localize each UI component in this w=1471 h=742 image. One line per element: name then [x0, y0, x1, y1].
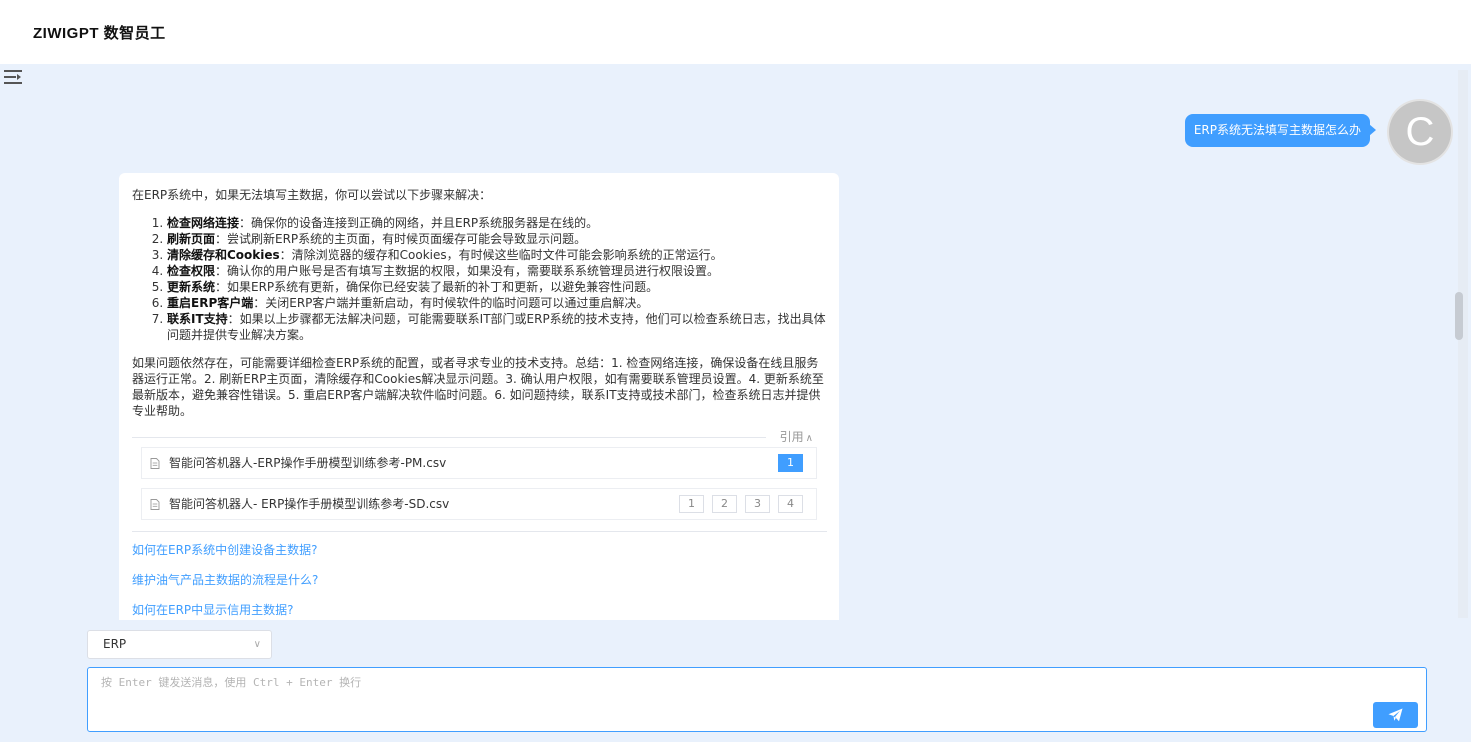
step-text: ：如果ERP系统有更新，确保你已经安装了最新的补丁和更新，以避免兼容性问题。	[215, 280, 659, 294]
citation-file-name: 智能问答机器人- ERP操作手册模型训练参考-SD.csv	[169, 497, 450, 511]
step-item: 联系IT支持：如果以上步骤都无法解决问题，可能需要联系IT部门或ERP系统的技术…	[167, 311, 826, 343]
steps-list: 检查网络连接：确保你的设备连接到正确的网络，并且ERP系统服务器是在线的。 刷新…	[132, 215, 826, 343]
suggested-question-link[interactable]: 维护油气产品主数据的流程是什么?	[132, 572, 826, 588]
document-icon	[150, 499, 160, 510]
step-title: 清除缓存和Cookies	[167, 248, 280, 262]
reply-summary: 如果问题依然存在，可能需要详细检查ERP系统的配置，或者寻求专业的技术支持。总结…	[132, 356, 824, 418]
top-bar: ZIWIGPT 数智员工	[0, 0, 1471, 64]
citations-divider	[132, 437, 766, 438]
citations-toggle[interactable]: 引用 ∧	[780, 429, 813, 447]
step-item: 刷新页面：尝试刷新ERP系统的主页面，有时候页面缓存可能会导致显示问题。	[167, 231, 826, 247]
model-select-value: ERP	[103, 637, 127, 651]
chevron-down-icon: ∨	[253, 639, 261, 650]
model-select[interactable]: ERP ∨	[87, 630, 272, 659]
step-text: ：确保你的设备连接到正确的网络，并且ERP系统服务器是在线的。	[239, 216, 599, 230]
reply-intro: 在ERP系统中，如果无法填写主数据，你可以尝试以下步骤来解决：	[132, 188, 492, 202]
chat-area[interactable]: ERP系统无法填写主数据怎么办 C 在ERP系统中，如果无法填写主数据，你可以尝…	[0, 64, 1458, 620]
scrollbar-thumb[interactable]	[1455, 292, 1463, 340]
step-item: 重启ERP客户端：关闭ERP客户端并重新启动，有时候软件的临时问题可以通过重启解…	[167, 295, 826, 311]
page-chip[interactable]: 2	[712, 495, 737, 513]
suggested-question-link[interactable]: 如何在ERP系统中创建设备主数据?	[132, 542, 826, 558]
step-title: 刷新页面	[167, 232, 216, 246]
citation-item[interactable]: 智能问答机器人- ERP操作手册模型训练参考-SD.csv 1 2 3 4	[141, 488, 817, 520]
brand-title: ZIWIGPT 数智员工	[33, 25, 166, 42]
message-input[interactable]	[88, 668, 1358, 728]
bot-reply-card: 在ERP系统中，如果无法填写主数据，你可以尝试以下步骤来解决： 检查网络连接：确…	[119, 173, 839, 620]
message-input-box[interactable]	[87, 667, 1427, 732]
step-text: ：如果以上步骤都无法解决问题，可能需要联系IT部门或ERP系统的技术支持，他们可…	[167, 312, 826, 342]
step-text: ：关闭ERP客户端并重新启动，有时候软件的临时问题可以通过重启解决。	[253, 296, 649, 310]
document-icon	[150, 458, 160, 469]
citation-item[interactable]: 智能问答机器人-ERP操作手册模型训练参考-PM.csv 1	[141, 447, 817, 479]
citations-label: 引用	[779, 430, 804, 444]
step-text: ：尝试刷新ERP系统的主页面，有时候页面缓存可能会导致显示问题。	[215, 232, 587, 246]
suggested-questions: 如何在ERP系统中创建设备主数据? 维护油气产品主数据的流程是什么? 如何在ER…	[132, 542, 826, 618]
step-item: 清除缓存和Cookies：清除浏览器的缓存和Cookies，有时候这些临时文件可…	[167, 247, 826, 263]
step-title: 检查权限	[167, 264, 216, 278]
step-title: 检查网络连接	[167, 216, 240, 230]
avatar: C	[1389, 101, 1451, 163]
page-chip[interactable]: 4	[778, 495, 803, 513]
step-title: 更新系统	[167, 280, 216, 294]
citation-pages: 1 2 3 4	[679, 495, 803, 513]
citation-file-name: 智能问答机器人-ERP操作手册模型训练参考-PM.csv	[169, 456, 447, 470]
step-title: 重启ERP客户端	[167, 296, 254, 310]
citations-header: 引用 ∧	[132, 428, 826, 446]
suggested-question-link[interactable]: 如何在ERP中显示信用主数据?	[132, 602, 826, 618]
user-message-bubble: ERP系统无法填写主数据怎么办	[1184, 114, 1377, 147]
send-icon	[1388, 708, 1403, 722]
page-chip[interactable]: 1	[778, 454, 803, 472]
divider	[132, 531, 827, 532]
step-item: 更新系统：如果ERP系统有更新，确保你已经安装了最新的补丁和更新，以避免兼容性问…	[167, 279, 826, 295]
page-chip[interactable]: 3	[745, 495, 770, 513]
citation-pages: 1	[778, 454, 803, 472]
step-title: 联系IT支持	[167, 312, 228, 326]
send-button[interactable]	[1373, 702, 1418, 728]
chevron-up-icon: ∧	[805, 433, 813, 444]
step-item: 检查网络连接：确保你的设备连接到正确的网络，并且ERP系统服务器是在线的。	[167, 215, 826, 231]
step-item: 检查权限：确认你的用户账号是否有填写主数据的权限，如果没有，需要联系系统管理员进…	[167, 263, 826, 279]
page-chip[interactable]: 1	[679, 495, 704, 513]
scrollbar-track[interactable]	[1458, 70, 1468, 618]
step-text: ：确认你的用户账号是否有填写主数据的权限，如果没有，需要联系系统管理员进行权限设…	[215, 264, 720, 278]
step-text: ：清除浏览器的缓存和Cookies，有时候这些临时文件可能会影响系统的正常运行。	[279, 248, 723, 262]
